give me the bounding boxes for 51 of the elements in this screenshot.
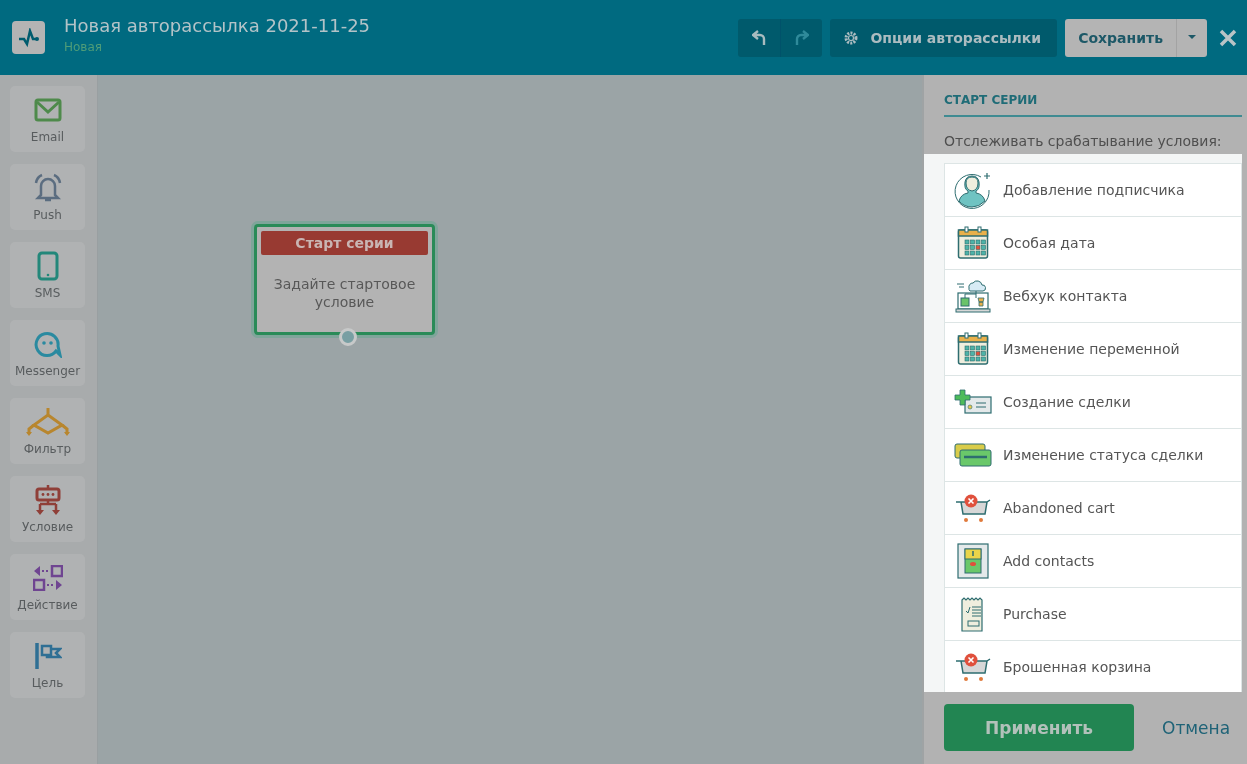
flag-icon xyxy=(33,642,62,670)
cart-with-cross-icon xyxy=(955,493,991,523)
palette-tool[interactable]: Email xyxy=(10,86,85,152)
plus-card-icon xyxy=(954,389,992,415)
close-icon xyxy=(1219,28,1237,47)
app-logo-icon xyxy=(12,21,45,54)
trigger-option[interactable]: Особая дата xyxy=(944,216,1242,269)
trigger-option[interactable]: Add contacts xyxy=(944,534,1242,587)
node-text: Задайте стартовое условие xyxy=(272,275,417,311)
window-title: Новая авторассылка 2021-11-25 xyxy=(64,15,371,36)
stacked-cards-icon xyxy=(954,443,992,467)
trigger-label: Отслеживать срабатывание условия: xyxy=(944,133,1223,149)
section-heading: СТАРТ СЕРИИ xyxy=(944,93,1242,117)
calendar-icon xyxy=(957,226,989,260)
connector-handle[interactable] xyxy=(339,328,357,346)
swap-arrows-icon xyxy=(32,565,63,591)
phone-icon xyxy=(36,251,59,281)
palette-tool[interactable]: Действие xyxy=(10,554,85,620)
trigger-option[interactable]: Создание сделки xyxy=(944,375,1242,428)
palette-tool[interactable]: Условие xyxy=(10,476,85,542)
branch-arrows-icon xyxy=(25,407,70,437)
device-panel-icon xyxy=(957,543,989,579)
palette-tool[interactable]: Цель xyxy=(10,632,85,698)
envelope-icon xyxy=(33,98,62,122)
user-add-icon xyxy=(954,171,992,209)
caret-icon xyxy=(1188,35,1196,40)
palette-tool[interactable]: SMS xyxy=(10,242,85,308)
options-button[interactable]: Опции авторассылки xyxy=(830,18,1058,57)
palette-tool[interactable]: Фильтр xyxy=(10,398,85,464)
palette-tool[interactable]: Messenger xyxy=(10,320,85,386)
trigger-option[interactable]: Изменение переменной xyxy=(944,322,1242,375)
chat-bubble-icon xyxy=(33,330,62,358)
undo-arrow-icon xyxy=(752,29,767,46)
status-label: Новая xyxy=(64,40,103,54)
cart-with-cross-icon xyxy=(955,652,991,682)
trigger-option[interactable]: Вебхук контакта xyxy=(944,269,1242,322)
apply-button[interactable]: Применить xyxy=(944,704,1134,751)
palette-tool[interactable]: Push xyxy=(10,164,85,230)
laptop-cloud-icon xyxy=(955,279,991,313)
trigger-option[interactable]: Изменение статуса сделки xyxy=(944,428,1242,481)
redo-arrow-icon xyxy=(794,29,809,46)
gear-icon xyxy=(844,30,859,45)
start-node[interactable]: Старт серии Задайте стартовое условие xyxy=(254,224,435,335)
trigger-option[interactable]: Добавление подписчика xyxy=(944,163,1242,216)
trigger-option[interactable]: Purchase xyxy=(944,587,1242,640)
cancel-link[interactable]: Отмена xyxy=(1162,717,1231,738)
trigger-option[interactable]: Abandoned cart xyxy=(944,481,1242,534)
trigger-option[interactable]: Брошенная корзина xyxy=(944,640,1242,692)
calendar-icon xyxy=(957,332,989,366)
node-title: Старт серии xyxy=(261,231,428,255)
close-button[interactable] xyxy=(1219,28,1237,47)
